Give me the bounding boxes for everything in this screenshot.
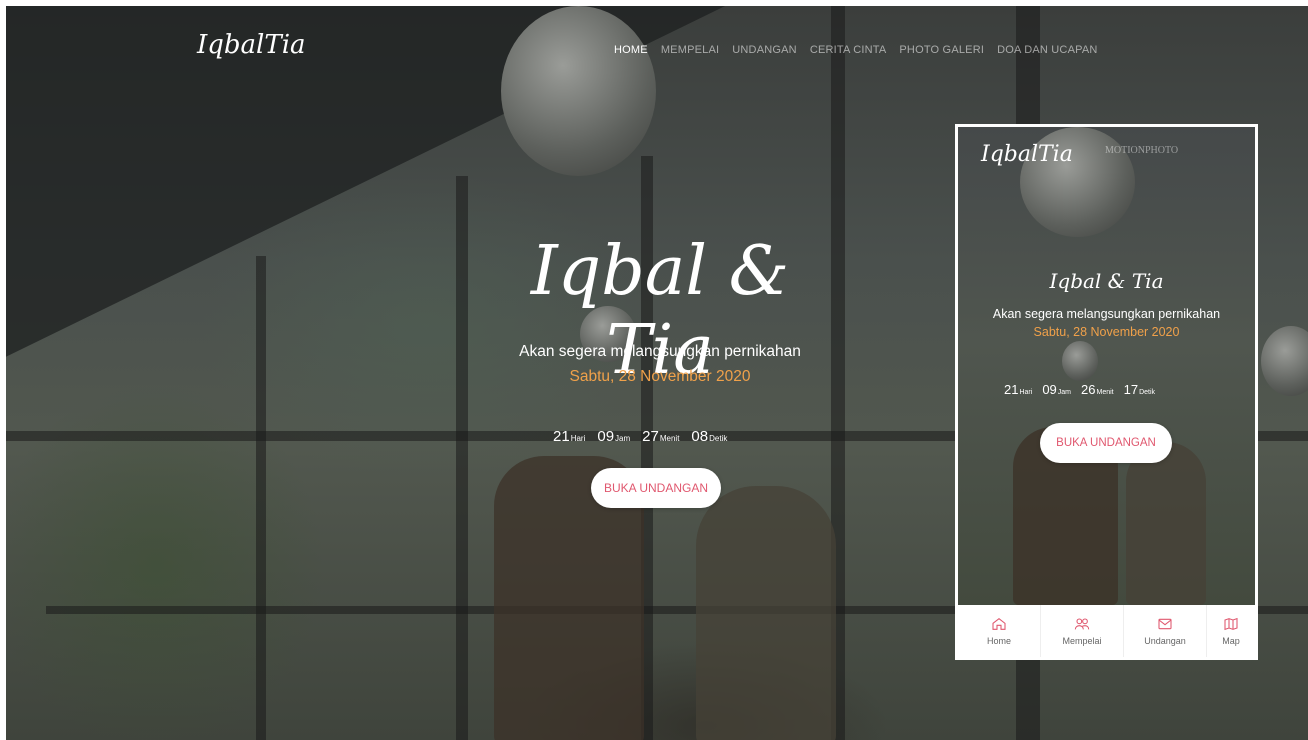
pendant-lamp xyxy=(1062,341,1098,381)
users-icon xyxy=(1074,618,1090,630)
mobile-tagline: Akan segera melangsungkan pernikahan xyxy=(992,307,1221,321)
tab-mempelai[interactable]: Mempelai xyxy=(1041,605,1124,657)
mobile-couple-names: Iqbal & Tia xyxy=(1049,269,1164,293)
couple-names: Iqbal & Tia xyxy=(530,232,790,390)
mail-icon xyxy=(1158,618,1172,630)
bride-figure xyxy=(1126,442,1206,605)
wedding-date: Sabtu, 28 November 2020 xyxy=(569,368,751,385)
home-icon xyxy=(992,617,1006,630)
mobile-open-invitation-button[interactable]: BUKA UNDANGAN xyxy=(1040,423,1172,463)
tab-label: Undangan xyxy=(1144,636,1186,646)
nav-cerita-cinta[interactable]: CERITA CINTA xyxy=(810,44,887,56)
tab-label: Home xyxy=(986,636,1011,646)
mobile-brand-logo[interactable]: IqbalTia xyxy=(981,142,1073,167)
tab-undangan[interactable]: Undangan xyxy=(1124,605,1207,657)
nav-undangan[interactable]: UNDANGAN xyxy=(732,44,797,56)
photo-watermark: MOTIONPHOTO xyxy=(1105,145,1179,156)
countdown-minutes: 27Menit xyxy=(642,428,680,445)
pendant-lamp xyxy=(1261,326,1308,396)
countdown: 21Hari 09Jam 27Menit 08Detik xyxy=(553,428,727,446)
mobile-screen: IqbalTia MOTIONPHOTO Iqbal & Tia Akan se… xyxy=(958,127,1255,605)
countdown-seconds: 17Detik xyxy=(1123,382,1156,397)
mobile-tab-bar: Home Mempelai Undangan Map xyxy=(958,605,1255,657)
countdown-seconds: 08Detik xyxy=(691,428,728,445)
pendant-lamp xyxy=(501,6,656,176)
countdown-minutes: 26Menit xyxy=(1081,382,1114,397)
map-icon xyxy=(1224,617,1238,631)
open-invitation-button[interactable]: BUKA UNDANGAN xyxy=(591,468,721,508)
tab-map[interactable]: Map xyxy=(1207,605,1255,657)
countdown-hours: 09Jam xyxy=(1042,382,1072,397)
countdown-days: 21Hari xyxy=(553,428,586,445)
page: IqbalTia HOME MEMPELAI UNDANGAN CERITA C… xyxy=(0,0,1308,740)
countdown-hours: 09Jam xyxy=(597,428,631,445)
nav-home[interactable]: HOME xyxy=(614,44,648,56)
tab-label: Map xyxy=(1222,636,1240,646)
window-frame xyxy=(456,176,468,740)
tagline: Akan segera melangsungkan pernikahan xyxy=(519,343,801,360)
main-nav: HOME MEMPELAI UNDANGAN CERITA CINTA PHOT… xyxy=(614,44,1098,56)
tab-label: Mempelai xyxy=(1062,636,1102,646)
mobile-countdown: 21Hari 09Jam 26Menit 17Detik xyxy=(1004,381,1155,399)
nav-mempelai[interactable]: MEMPELAI xyxy=(661,44,719,56)
nav-photo-galeri[interactable]: PHOTO GALERI xyxy=(899,44,984,56)
countdown-days: 21Hari xyxy=(1004,382,1033,397)
mobile-preview: IqbalTia MOTIONPHOTO Iqbal & Tia Akan se… xyxy=(955,124,1258,660)
brand-logo[interactable]: IqbalTia xyxy=(197,30,306,60)
window-frame xyxy=(256,256,266,740)
bride-figure xyxy=(696,486,836,740)
nav-doa-ucapan[interactable]: DOA DAN UCAPAN xyxy=(997,44,1097,56)
tab-home[interactable]: Home xyxy=(958,605,1041,657)
mobile-wedding-date: Sabtu, 28 November 2020 xyxy=(1033,325,1180,339)
